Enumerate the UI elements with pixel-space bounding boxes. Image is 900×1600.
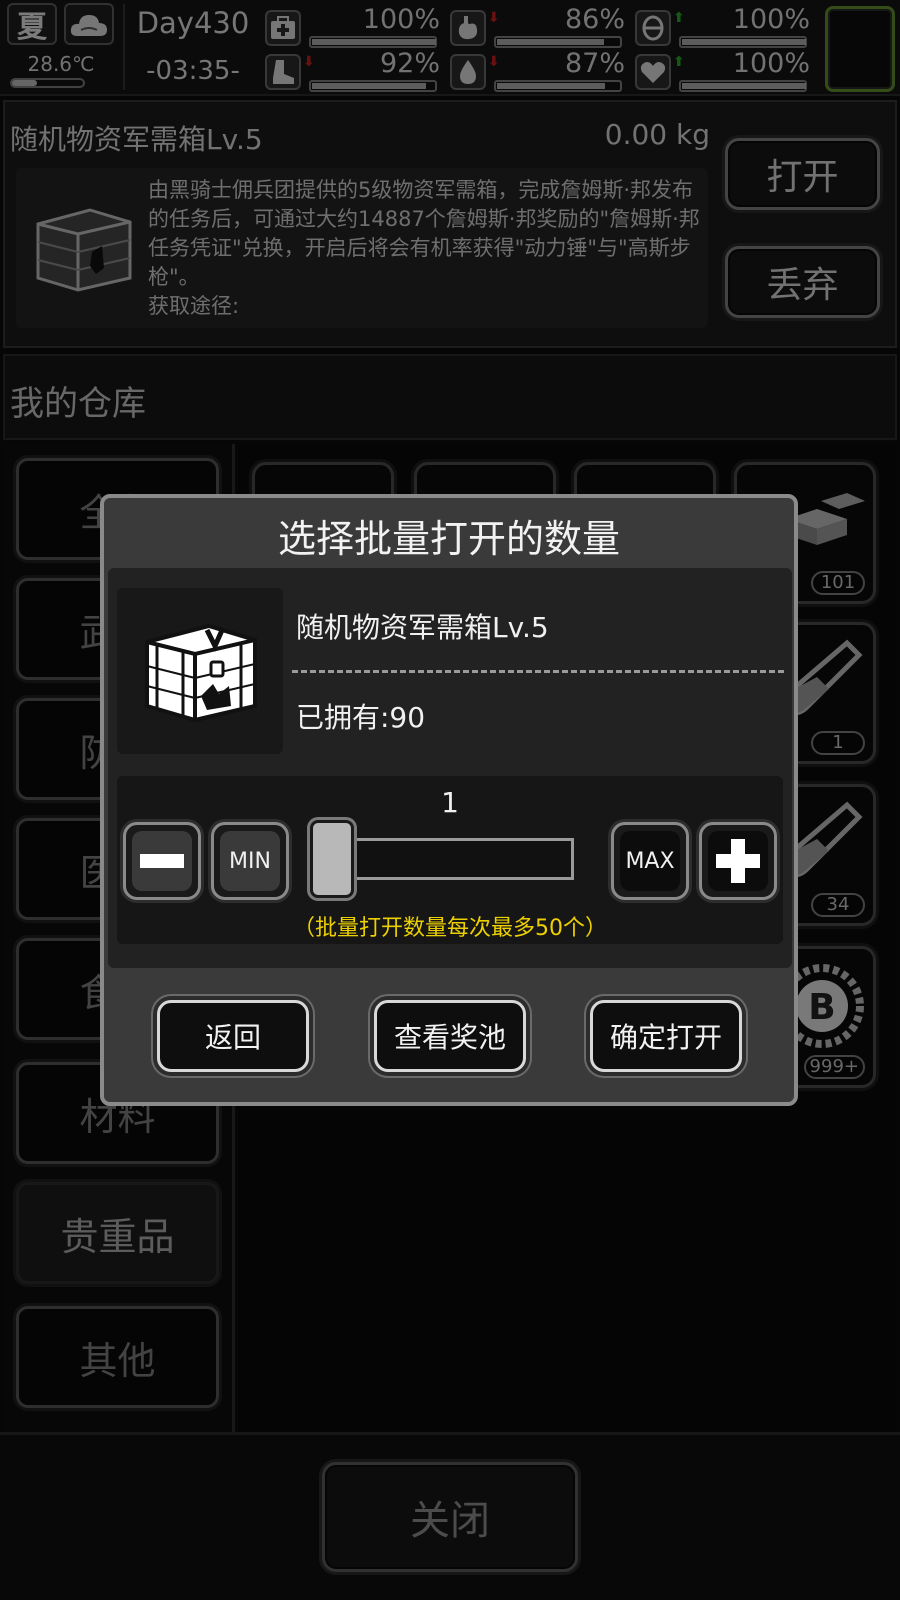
view-prize-pool-button[interactable]: 查看奖池 xyxy=(374,1000,526,1072)
min-button[interactable]: MIN xyxy=(211,822,289,900)
minus-icon xyxy=(132,831,192,891)
confirm-open-button[interactable]: 确定打开 xyxy=(590,1000,742,1072)
back-button[interactable]: 返回 xyxy=(157,1000,309,1072)
quantity-slider-track[interactable] xyxy=(350,838,574,880)
dashed-divider xyxy=(292,670,784,673)
increment-button[interactable] xyxy=(699,822,777,900)
quantity-slider-thumb[interactable] xyxy=(310,820,354,898)
min-label: MIN xyxy=(220,831,280,891)
dialog-item-name: 随机物资军需箱Lv.5 xyxy=(296,611,549,644)
dialog-title: 选择批量打开的数量 xyxy=(277,517,620,561)
plus-icon xyxy=(708,831,768,891)
owned-count: 已拥有:90 xyxy=(296,701,426,734)
quantity-value: 1 xyxy=(441,786,459,819)
max-label: MAX xyxy=(620,831,680,891)
decrement-button[interactable] xyxy=(123,822,201,900)
supply-crate-icon xyxy=(117,588,283,754)
batch-limit-hint: （批量打开数量每次最多50个） xyxy=(293,916,607,941)
max-button[interactable]: MAX xyxy=(611,822,689,900)
